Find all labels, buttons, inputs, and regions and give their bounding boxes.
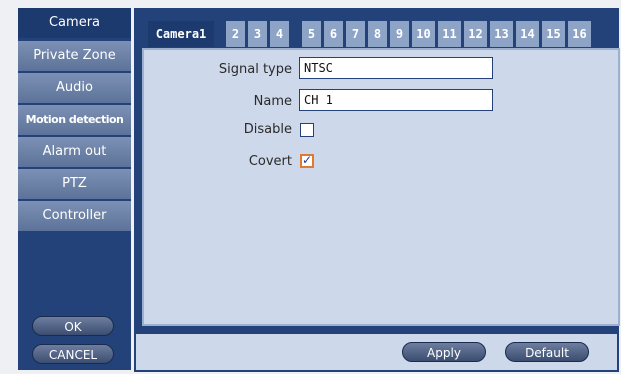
action-bar: Apply Default	[134, 332, 619, 372]
signal-type-label: Signal type	[218, 62, 292, 77]
covert-checkbox[interactable]: ✓	[300, 153, 314, 168]
tab-camera-3[interactable]: 3	[248, 21, 267, 47]
name-label: Name	[253, 94, 292, 109]
tab-camera-12[interactable]: 12	[464, 21, 487, 47]
sidebar-item-alarm-out[interactable]: Alarm out	[18, 137, 131, 167]
camera-settings-content: Signal type NTSC Name CH 1 Disable Cover…	[142, 48, 620, 326]
tab-camera1[interactable]: Camera1	[148, 21, 214, 47]
settings-window: Camera Private Zone Audio Motion detecti…	[0, 0, 621, 374]
tab-camera-13[interactable]: 13	[490, 21, 513, 47]
tab-camera-9[interactable]: 9	[390, 21, 409, 47]
disable-checkbox[interactable]	[300, 123, 314, 137]
name-field[interactable]: CH 1	[299, 89, 493, 111]
sidebar-item-ptz[interactable]: PTZ	[18, 169, 131, 199]
tab-camera-6[interactable]: 6	[324, 21, 343, 47]
sidebar-item-motion-detection[interactable]: Motion detection	[18, 105, 131, 135]
sidebar-item-controller[interactable]: Controller	[18, 201, 131, 231]
signal-type-field[interactable]: NTSC	[299, 57, 493, 79]
sidebar-item-private-zone[interactable]: Private Zone	[18, 41, 131, 71]
tab-camera-7[interactable]: 7	[346, 21, 365, 47]
disable-label: Disable	[243, 122, 292, 137]
cancel-button[interactable]: CANCEL	[32, 344, 114, 364]
covert-label: Covert	[248, 154, 292, 169]
tab-camera-11[interactable]: 11	[438, 21, 461, 47]
main-panel: Camera1 2 3 4 5 6 7 8 9 10 11 12 13 14 1…	[134, 8, 620, 332]
apply-button[interactable]: Apply	[402, 342, 486, 362]
tab-camera-15[interactable]: 15	[542, 21, 565, 47]
default-button[interactable]: Default	[505, 342, 589, 362]
sidebar-item-camera[interactable]: Camera	[18, 8, 131, 38]
tab-camera-10[interactable]: 10	[412, 21, 435, 47]
tab-camera-4[interactable]: 4	[270, 21, 289, 47]
sidebar: Camera Private Zone Audio Motion detecti…	[18, 8, 131, 370]
tab-camera-14[interactable]: 14	[516, 21, 539, 47]
tab-camera-2[interactable]: 2	[226, 21, 245, 47]
sidebar-item-audio[interactable]: Audio	[18, 73, 131, 103]
tab-camera-16[interactable]: 16	[568, 21, 591, 47]
checkmark-icon: ✓	[302, 153, 313, 167]
tab-camera-5[interactable]: 5	[302, 21, 321, 47]
ok-button[interactable]: OK	[32, 316, 114, 336]
tab-camera-8[interactable]: 8	[368, 21, 387, 47]
